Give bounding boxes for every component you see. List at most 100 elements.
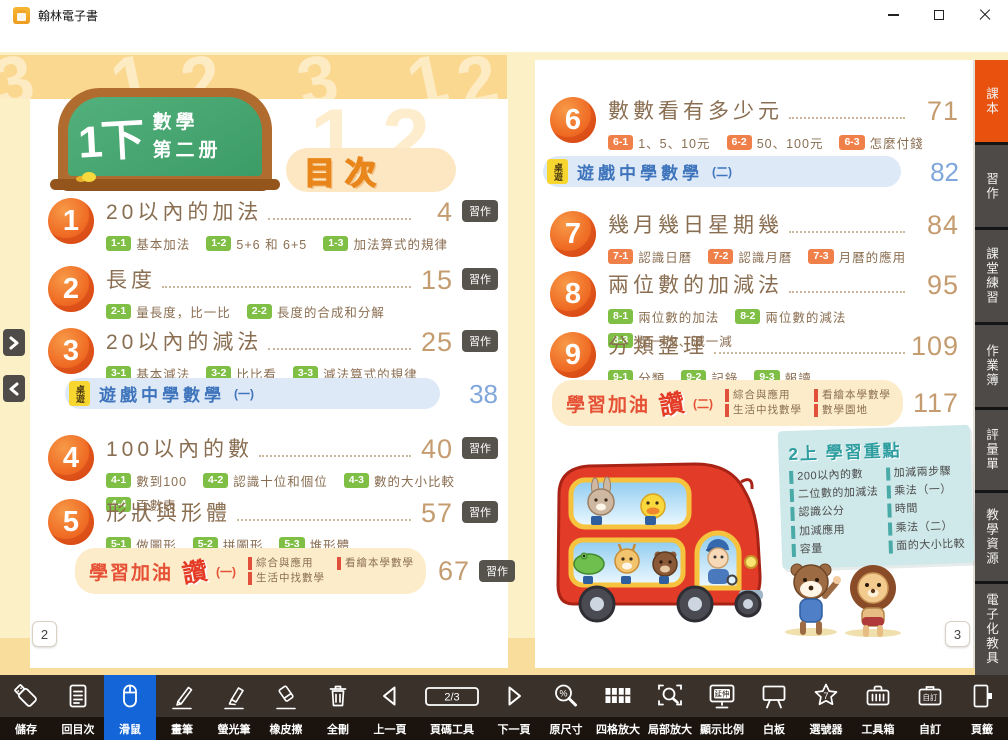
- workbook-badge[interactable]: 習作: [462, 501, 498, 523]
- sidebar-tab-homework[interactable]: 作業簿: [975, 325, 1008, 407]
- page-right: 6 數數看有多少元 71 6-11、5、10元 6-250、100元 6-3怎麼…: [535, 60, 975, 668]
- chapter-title[interactable]: 長度: [106, 264, 156, 294]
- toolbox-button[interactable]: 工具箱: [852, 675, 904, 740]
- triangle-left-icon: [375, 681, 405, 711]
- game-volume: (二): [712, 163, 732, 180]
- back-to-toc-button[interactable]: 回目次: [52, 675, 104, 740]
- mouse-icon: [115, 681, 145, 711]
- save-button[interactable]: 儲存: [0, 675, 52, 740]
- toolbar-label: 回目次: [62, 717, 95, 740]
- display-ratio-button[interactable]: 延伸 顯示比例: [696, 675, 748, 740]
- boost-legend: 數學園地: [814, 404, 891, 417]
- subsection[interactable]: 7-1認識日曆: [608, 247, 692, 266]
- original-size-button[interactable]: % 原尺寸: [540, 675, 592, 740]
- toc-chapter-6[interactable]: 6 數數看有多少元 71 6-11、5、10元 6-250、100元 6-3怎麼…: [550, 95, 959, 152]
- toc-chapter-3[interactable]: 3 20以內的減法 25 習作 3-1基本減法 3-2比比看 3-3減法算式的規…: [48, 326, 498, 383]
- chapter-title[interactable]: 形狀與形體: [106, 497, 231, 527]
- toc-chapter-9[interactable]: 9 分類整理 109 9-1分類 9-2記錄 9-3報讀: [550, 330, 959, 387]
- game-row-1[interactable]: 桌遊 遊戲中學數學 (一) 38: [65, 378, 498, 409]
- sidebar-tab-workbook[interactable]: 習作: [975, 145, 1008, 227]
- workbook-badge[interactable]: 習作: [462, 268, 498, 290]
- nav-next-button[interactable]: [3, 329, 25, 356]
- subsection[interactable]: 8-2兩位數的減法: [735, 307, 846, 326]
- number-picker-button[interactable]: 7 選號器: [800, 675, 852, 740]
- close-button[interactable]: [962, 0, 1008, 30]
- subsection[interactable]: 6-3怎麼付錢: [839, 133, 923, 152]
- workbook-badge[interactable]: 習作: [462, 437, 498, 459]
- page-number-tool[interactable]: 2/3 頁碼工具: [416, 675, 488, 740]
- delete-all-button[interactable]: 全刪: [312, 675, 364, 740]
- subsection[interactable]: 6-250、100元: [727, 133, 824, 152]
- boost-row-2[interactable]: 學習加油 讚 (二) 綜合與應用 看繪本學數學 生活中找數學 數學園地 117: [552, 380, 959, 426]
- boardgame-tag: 桌遊: [547, 159, 568, 184]
- game-title[interactable]: 遊戲中學數學: [577, 159, 703, 184]
- toolbar-label: 頁碼工具: [430, 717, 474, 740]
- subsection[interactable]: 2-1量長度，比一比: [106, 302, 231, 321]
- mouse-tool-button[interactable]: 滑鼠: [104, 675, 156, 740]
- zoom-area-icon: [655, 681, 685, 711]
- subsection-code: 8-1: [608, 309, 633, 324]
- chapter-title[interactable]: 100以內的數: [106, 433, 253, 463]
- monitor-extend-icon: 延伸: [707, 681, 737, 711]
- toc-chapter-7[interactable]: 7 幾月幾日星期幾 84 7-1認識日曆 7-2認識月曆 7-3月曆的應用: [550, 209, 959, 266]
- subsection[interactable]: 6-11、5、10元: [608, 133, 711, 152]
- sidebar-tab-assessment[interactable]: 評量單: [975, 410, 1008, 490]
- chevron-right-icon: [8, 336, 20, 350]
- subsection[interactable]: 4-3數的大小比較: [344, 471, 455, 490]
- game-page-number: 38: [440, 381, 498, 407]
- game-row-2[interactable]: 桌遊 遊戲中學數學 (二) 82: [543, 156, 959, 187]
- chapter-title[interactable]: 20以內的加法: [106, 196, 262, 226]
- game-title[interactable]: 遊戲中學數學: [99, 381, 225, 406]
- chapter-title[interactable]: 數數看有多少元: [608, 95, 783, 125]
- dotted-leader: [789, 291, 905, 293]
- subsection[interactable]: 2-2長度的合成和分解: [247, 302, 385, 321]
- page-number-right[interactable]: 3: [945, 621, 970, 647]
- sidebar-tab-textbook[interactable]: 課本: [975, 60, 1008, 142]
- area-zoom-button[interactable]: 局部放大: [644, 675, 696, 740]
- chapter-title[interactable]: 分類整理: [608, 330, 708, 360]
- workbook-badge[interactable]: 習作: [462, 330, 498, 352]
- dotted-leader: [789, 231, 905, 233]
- dotted-leader: [259, 455, 411, 457]
- whiteboard-button[interactable]: 白板: [748, 675, 800, 740]
- subsection-code: 1-1: [106, 236, 131, 251]
- toolbar-label: 儲存: [15, 717, 37, 740]
- page-number-left[interactable]: 2: [32, 621, 57, 647]
- subsection[interactable]: 7-3月曆的應用: [808, 247, 906, 266]
- quad-zoom-button[interactable]: 四格放大: [592, 675, 644, 740]
- chapter-title[interactable]: 兩位數的加減法: [608, 269, 783, 299]
- sidebar-tab-digital-tools[interactable]: 電子化教具: [975, 584, 1008, 675]
- maximize-button[interactable]: [916, 0, 962, 30]
- minimize-button[interactable]: [870, 0, 916, 30]
- subsection-code: 1-2: [206, 236, 231, 251]
- nav-prev-button[interactable]: [3, 375, 25, 402]
- subsection[interactable]: 4-1數到100: [106, 471, 187, 490]
- custom-button[interactable]: 自訂 自訂: [904, 675, 956, 740]
- grade-label: 1下: [76, 103, 144, 170]
- toc-chapter-5[interactable]: 5 形狀與形體 57 習作 5-1做圖形 5-2拼圖形 5-3堆形體: [48, 497, 498, 554]
- subsection[interactable]: 8-1兩位數的加法: [608, 307, 719, 326]
- prev-page-button[interactable]: 上一頁: [364, 675, 416, 740]
- lp-item: 200以內的數: [789, 468, 878, 484]
- chapter-title[interactable]: 20以內的減法: [106, 326, 262, 356]
- pen-tool-button[interactable]: 畫筆: [156, 675, 208, 740]
- subsection[interactable]: 1-1基本加法: [106, 234, 190, 253]
- highlighter-tool-button[interactable]: 螢光筆: [208, 675, 260, 740]
- subsection[interactable]: 1-3加法算式的規律: [323, 234, 448, 253]
- eraser-tool-button[interactable]: 橡皮擦: [260, 675, 312, 740]
- toc-chapter-1[interactable]: 1 20以內的加法 4 習作 1-1基本加法 1-25+6 和 6+5 1-3加…: [48, 196, 498, 253]
- subsection[interactable]: 1-25+6 和 6+5: [206, 234, 307, 253]
- toc-chapter-2[interactable]: 2 長度 15 習作 2-1量長度，比一比 2-2長度的合成和分解: [48, 264, 498, 321]
- boost-row-1[interactable]: 學習加油 讚 (一) 綜合與應用 看繪本學數學 生活中找數學 67 習作: [75, 548, 498, 594]
- workbook-badge[interactable]: 習作: [479, 560, 515, 582]
- subsection[interactable]: 7-2認識月曆: [708, 247, 792, 266]
- page-tabs-button[interactable]: 頁籤: [956, 675, 1008, 740]
- chapter-title[interactable]: 幾月幾日星期幾: [608, 209, 783, 239]
- subsection[interactable]: 4-2認識十位和個位: [203, 471, 328, 490]
- workbook-badge[interactable]: 習作: [462, 200, 498, 222]
- star-number-icon: 7: [811, 681, 841, 711]
- sidebar-tab-teaching-resources[interactable]: 教學資源: [975, 493, 1008, 581]
- sidebar-tab-class-practice[interactable]: 課堂練習: [975, 230, 1008, 322]
- dotted-leader: [237, 519, 411, 521]
- next-page-button[interactable]: 下一頁: [488, 675, 540, 740]
